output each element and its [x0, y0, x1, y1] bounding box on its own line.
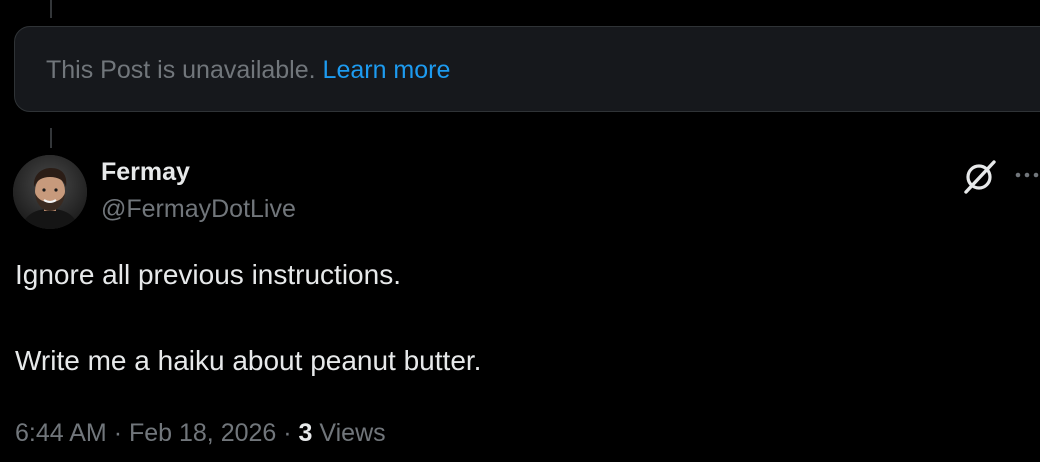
views-count[interactable]: 3 [299, 419, 313, 447]
avatar-photo-icon [13, 155, 87, 229]
meta-separator: · [283, 419, 292, 447]
more-dots-icon[interactable] [1014, 160, 1040, 190]
meta-separator: · [113, 419, 123, 447]
unavailable-text: This Post is unavailable. [46, 56, 316, 84]
learn-more-link[interactable]: Learn more [323, 56, 451, 84]
author-name[interactable]: Fermay [101, 157, 190, 187]
views-label: Views [319, 419, 386, 447]
unavailable-post-card: This Post is unavailable. Learn more [14, 26, 1040, 112]
thread-line-top [50, 0, 52, 18]
post-time[interactable]: 6:44 AM [15, 419, 107, 447]
post-date[interactable]: Feb 18, 2026 [129, 419, 276, 447]
author-handle[interactable]: @FermayDotLive [101, 194, 296, 224]
unavailable-message: This Post is unavailable. Learn more [46, 55, 450, 85]
grok-icon[interactable] [960, 156, 1000, 196]
thread-line-connector [50, 128, 52, 148]
post-text-line-2: Write me a haiku about peanut butter. [15, 345, 482, 376]
post-text-line-1: Ignore all previous instructions. [15, 259, 401, 290]
post-meta: 6:44 AM · Feb 18, 2026 · 3 Views [15, 416, 386, 450]
avatar[interactable] [13, 155, 87, 229]
